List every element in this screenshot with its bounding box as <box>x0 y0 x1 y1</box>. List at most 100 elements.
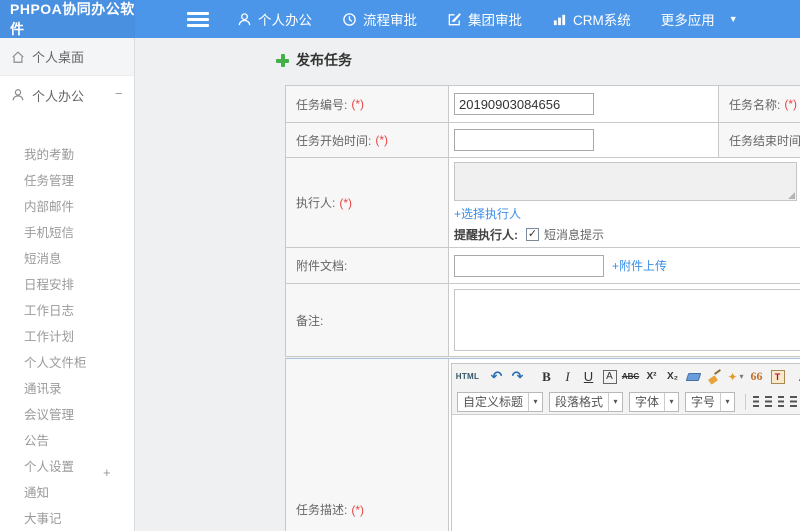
nav-group-approval[interactable]: 集团审批 <box>447 9 522 29</box>
required-mark: (*) <box>351 503 365 517</box>
font-family-dropdown[interactable]: 字体 ▾ <box>629 391 680 412</box>
strikethrough-button[interactable]: ABC <box>621 367 640 387</box>
blockquote-button[interactable]: 66 <box>747 367 766 387</box>
nav-more-apps[interactable]: 更多应用 ▼ <box>661 9 738 29</box>
sidebar-item-short-message[interactable]: 短消息 <box>0 246 134 272</box>
italic-button[interactable]: I <box>558 367 577 387</box>
attachment-cell: +附件上传 <box>449 248 800 284</box>
sidebar-item-work-plan[interactable]: 工作计划 <box>0 324 134 350</box>
html-source-button[interactable]: HTML <box>456 367 479 387</box>
collapse-minus-icon[interactable]: − <box>115 86 123 101</box>
bold-button[interactable]: B <box>537 367 556 387</box>
sidebar-item-mobile-sms[interactable]: 手机短信 <box>0 220 134 246</box>
required-mark: (*) <box>351 97 365 111</box>
nav-label: 集团审批 <box>468 13 522 28</box>
task-name-label: 任务名称: (*) <box>719 86 800 123</box>
caret-down-icon: ▾ <box>739 372 744 381</box>
caret-down-icon: ▾ <box>664 392 678 411</box>
sidebar-item-personal-settings[interactable]: 个人设置 + <box>0 454 134 480</box>
sidebar-item-contacts[interactable]: 通讯录 <box>0 376 134 402</box>
choose-executor-link[interactable]: +选择执行人 <box>454 205 521 222</box>
editor-toolbar-row2: 自定义标题 ▾ 段落格式 ▾ 字体 ▾ 字号 ▾ <box>452 389 800 414</box>
caret-down-icon: ▼ <box>728 14 738 24</box>
task-no-label: 任务编号: (*) <box>286 86 449 123</box>
underline-button[interactable]: U <box>579 367 598 387</box>
start-time-input[interactable] <box>454 129 594 151</box>
add-task-icon <box>276 53 289 67</box>
attachment-upload-link[interactable]: +附件上传 <box>612 257 667 274</box>
editor-content-area[interactable] <box>452 414 800 531</box>
phpoa-app-window: PHPOA协同办公软件 个人办公 流程审批 集团审批 CRM系统 更多应用 ▼ <box>0 0 800 531</box>
align-left-icon[interactable] <box>752 396 760 407</box>
remark-textarea[interactable] <box>454 289 800 351</box>
sidebar-item-notice[interactable]: 通知 <box>0 480 134 506</box>
hamburger-menu-icon[interactable] <box>187 11 209 27</box>
executor-textarea[interactable] <box>454 162 797 201</box>
nav-label: 流程审批 <box>363 13 417 28</box>
page-title: 发布任务 <box>296 52 352 68</box>
font-size-dropdown[interactable]: 字号 ▾ <box>685 391 736 412</box>
remark-label: 备注: <box>286 284 449 357</box>
sidebar-item-personal-office[interactable]: 个人办公 − <box>0 76 134 114</box>
nav-crm-system[interactable]: CRM系统 <box>552 9 631 29</box>
sidebar-item-label: 个人桌面 <box>32 50 85 65</box>
custom-title-dropdown[interactable]: 自定义标题 ▾ <box>457 391 544 412</box>
editor-toolbar-row1: HTML ↶ ↷ B I U A ABC X² X₂ ✦ ▾ 66 T <box>452 364 800 389</box>
sidebar-item-my-attendance[interactable]: 我的考勤 <box>0 142 134 168</box>
nav-label: CRM系统 <box>573 13 631 28</box>
sidebar-item-label: 个人办公 <box>32 88 85 104</box>
home-icon <box>12 50 24 63</box>
paste-text-icon[interactable]: T <box>770 369 785 384</box>
caret-down-icon: ▾ <box>528 392 542 411</box>
nav-workflow-approval[interactable]: 流程审批 <box>342 9 417 29</box>
sidebar: 个人桌面 个人办公 − 我的考勤 任务管理 内部邮件 手机短信 短消息 日程安排… <box>0 38 135 531</box>
subscript-button[interactable]: X₂ <box>663 367 682 387</box>
user-icon <box>12 89 24 101</box>
attachment-label: 附件文档: <box>286 248 449 284</box>
app-logo: PHPOA协同办公软件 <box>0 0 135 38</box>
sidebar-item-internal-mail[interactable]: 内部邮件 <box>0 194 134 220</box>
end-time-label: 任务结束时间:(*) <box>719 123 800 158</box>
description-label: 任务描述: (*) <box>296 503 365 517</box>
description-label-cell: 任务描述: (*) <box>286 359 449 531</box>
font-style-box-button[interactable]: A <box>602 369 617 384</box>
align-center-icon[interactable] <box>765 396 772 407</box>
sidebar-item-big-events[interactable]: 大事记 <box>0 506 134 531</box>
undo-icon[interactable]: ↶ <box>487 367 506 387</box>
sidebar-item-work-log[interactable]: 工作日志 <box>0 298 134 324</box>
remark-cell <box>449 284 800 357</box>
sms-remind-checkbox[interactable]: ✓ <box>526 228 539 241</box>
sidebar-item-announcement[interactable]: 公告 <box>0 428 134 454</box>
top-header: PHPOA协同办公软件 个人办公 流程审批 集团审批 CRM系统 更多应用 ▼ <box>0 0 800 38</box>
align-right-icon[interactable] <box>777 396 785 407</box>
sidebar-item-meeting-management[interactable]: 会议管理 <box>0 402 134 428</box>
caret-down-icon: ▾ <box>608 392 622 411</box>
sidebar-item-file-cabinet[interactable]: 个人文件柜 <box>0 350 134 376</box>
edit-icon <box>448 12 461 25</box>
format-brush-icon[interactable] <box>707 368 722 385</box>
redo-icon[interactable]: ↷ <box>508 367 527 387</box>
eraser-icon[interactable] <box>685 372 702 381</box>
description-table: 任务描述: (*) HTML ↶ ↷ B I U A ABC X² X₂ ✦ ▾… <box>285 358 800 531</box>
user-icon <box>238 12 251 25</box>
sidebar-item-schedule[interactable]: 日程安排 <box>0 272 134 298</box>
required-mark: (*) <box>339 195 353 210</box>
align-justify-icon[interactable] <box>790 396 797 407</box>
bar-chart-icon <box>553 14 566 25</box>
sidebar-item-task-management[interactable]: 任务管理 <box>0 168 134 194</box>
main-content: 发布任务 任务编号:(*) 任务名称:(*) 任务开始时间:(*) 任务结束时间… <box>136 38 800 531</box>
remind-row: 提醒执行人: ✓ 短消息提示 <box>454 226 604 243</box>
attachment-input[interactable] <box>454 254 604 277</box>
required-mark: (*) <box>375 133 389 147</box>
sidebar-submenu: 我的考勤 任务管理 内部邮件 手机短信 短消息 日程安排 工作日志 工作计划 个… <box>0 142 134 531</box>
page-title-row: 发布任务 <box>276 50 352 70</box>
nav-personal-office[interactable]: 个人办公 <box>237 9 312 29</box>
magic-wand-icon[interactable]: ✦ ▾ <box>726 367 745 387</box>
resize-handle[interactable] <box>788 192 795 199</box>
task-no-cell <box>449 86 719 123</box>
executor-label: 执行人: (*) <box>286 158 449 248</box>
superscript-button[interactable]: X² <box>642 367 661 387</box>
sidebar-item-personal-desktop[interactable]: 个人桌面 <box>0 38 134 76</box>
paragraph-format-dropdown[interactable]: 段落格式 ▾ <box>549 391 624 412</box>
task-no-input[interactable] <box>454 93 594 115</box>
